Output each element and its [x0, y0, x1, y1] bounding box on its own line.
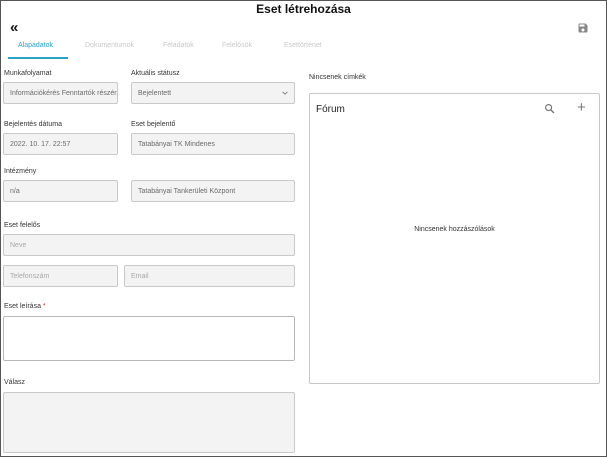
answer-label: Válasz [4, 379, 26, 386]
answer-textarea[interactable] [3, 392, 295, 453]
status-select[interactable]: Bejelentett [131, 82, 295, 104]
report-date-label: Bejelentés dátuma [4, 121, 62, 128]
tab-feladatok[interactable]: Feladatok [163, 42, 194, 49]
report-date-field[interactable]: 2022. 10. 17. 22:57 [3, 133, 118, 155]
description-label-text: Eset leírása [4, 303, 41, 310]
required-mark: * [42, 303, 46, 310]
tab-dokumentumok[interactable]: Dokumentumok [85, 42, 134, 49]
institution-name-field[interactable]: Tatabányai Tankerületi Központ [131, 180, 295, 202]
search-icon[interactable] [544, 103, 555, 114]
add-comment-button[interactable]: + [577, 100, 586, 115]
tab-alapadatok[interactable]: Alapadatok [18, 42, 53, 49]
reporter-label: Eset bejelentő [131, 121, 176, 128]
page-title: Eset létrehozása [256, 2, 351, 16]
institution-label: Intézmény [4, 168, 37, 175]
responsible-phone-input[interactable]: Telefonszám [3, 265, 118, 287]
institution-field[interactable]: n/a [3, 180, 118, 202]
tags-label: Nincsenek címkék [309, 74, 366, 81]
save-icon[interactable] [577, 22, 589, 34]
chevron-down-icon [282, 91, 288, 95]
status-value: Bejelentett [138, 89, 172, 97]
reporter-field[interactable]: Tatabányai TK Mindenes [131, 133, 295, 155]
workflow-label: Munkafolyamat [4, 70, 52, 77]
workflow-field[interactable]: Információkérés Fenntartók részére [3, 82, 118, 104]
responsible-name-input[interactable]: Neve [3, 234, 295, 256]
tab-esettortenet[interactable]: Esettörténet [284, 42, 322, 49]
back-button[interactable]: « [10, 20, 18, 35]
description-label: Eset leírása * [4, 303, 46, 310]
forum-empty-message: Nincsenek hozzászólások [414, 226, 495, 233]
active-tab-indicator [8, 57, 68, 59]
responsible-email-input[interactable]: Email [124, 265, 295, 287]
status-label: Aktuális státusz [131, 70, 180, 77]
forum-panel: Fórum + Nincsenek hozzászólások [309, 93, 600, 384]
description-textarea[interactable] [3, 316, 295, 361]
tab-felelosok[interactable]: Felelősök [222, 42, 252, 49]
forum-title: Fórum [316, 104, 345, 115]
responsible-label: Eset felelős [4, 222, 41, 229]
